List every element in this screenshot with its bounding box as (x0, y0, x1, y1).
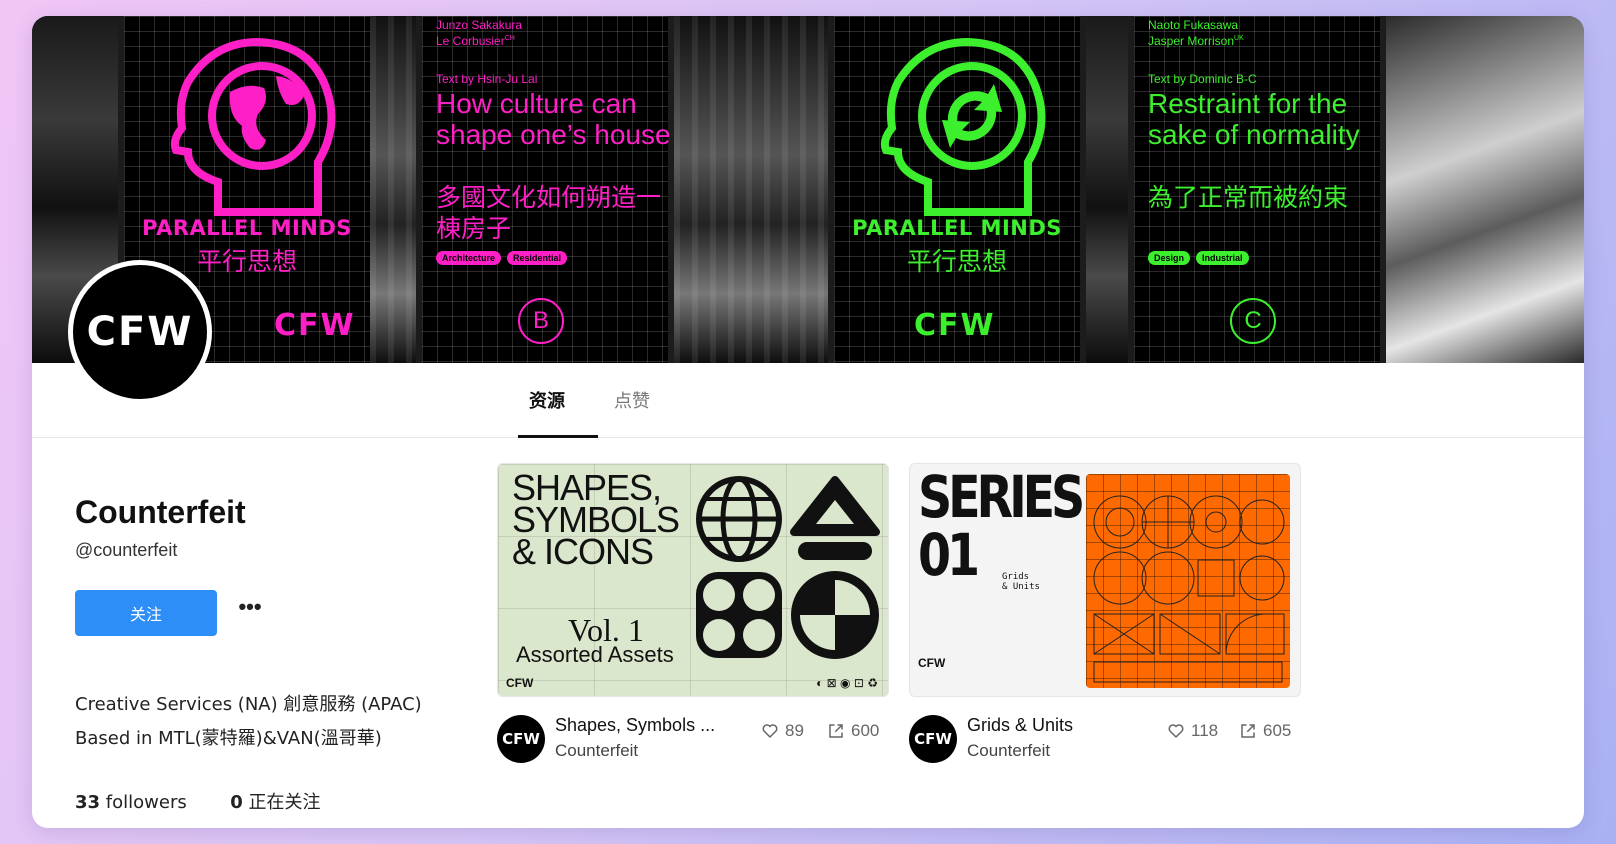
poster-credit-sup: UK (1234, 35, 1244, 42)
card-author[interactable]: Counterfeit (967, 741, 1050, 761)
poster-headline: How culture can shape one’s house (436, 88, 671, 150)
heart-icon (1168, 724, 1184, 738)
poster-credit: Junzo Sakakura Le CorbusierCH (436, 18, 522, 48)
profile-name: Counterfeit (75, 494, 246, 530)
banner-poster-parallel-minds-green: PARALLEL MINDS 平行思想 CFW (828, 16, 1086, 363)
poster-cfw-mark: CFW (914, 308, 996, 343)
like-count: 118 (1191, 721, 1219, 740)
poster-tag: Design (1148, 251, 1191, 265)
banner-photo-strip (674, 16, 830, 363)
triangle-icon (790, 476, 880, 560)
share-icon (1241, 724, 1255, 738)
poster-tag: Industrial (1196, 251, 1249, 265)
followers-stat[interactable]: 33 followers (75, 792, 187, 813)
poster-tags: Design Industrial (1148, 251, 1249, 265)
author-avatar[interactable]: CFW (909, 715, 957, 763)
share-count: 605 (1263, 721, 1292, 740)
profile-tabs: 资源 点赞 (32, 363, 1584, 438)
poster-subtitle: 平行思想 (906, 247, 1007, 276)
banner-photo-strip (370, 16, 416, 363)
profile-banner: PARALLEL MINDS 平行思想 CFW Junzo Sakakura L… (32, 16, 1584, 363)
globe-icon (696, 476, 782, 562)
avatar-cfw-mark: CFW (86, 309, 194, 355)
bio-line: Based in MTL(蒙特羅)&VAN(溫哥華) (75, 728, 382, 749)
grid-diagram-panel (1086, 474, 1290, 688)
thumb-heading: SERIES 01 (918, 463, 1085, 589)
thumb-heading-line: & ICONS (512, 531, 654, 572)
tab-resources[interactable]: 资源 (529, 387, 565, 413)
thumb-heading: SHAPES, SYMBOLS & ICONS (512, 470, 680, 572)
thumb-cfw-mark: CFW (918, 656, 946, 670)
thumb-icon-row: ◐ ⊠ ◉ ⊡ ♻ (816, 676, 878, 690)
like-stat[interactable]: 89 (761, 721, 804, 741)
thumb-cfw-mark: CFW (506, 676, 534, 690)
poster-credit-line: Naoto Fukasawa (1148, 18, 1239, 32)
following-count: 0 (230, 792, 243, 813)
active-tab-indicator (518, 435, 598, 438)
resource-card[interactable]: SERIES 01 Grids & Units CFW CFW Grids & … (909, 463, 1301, 781)
head-globe-icon (170, 37, 336, 216)
poster-headline-cn: 多國文化如何朔造一棟房子 (436, 183, 662, 243)
poster-letter-badge: B (518, 298, 564, 344)
profile-stats: 33 followers 0 正在关注 (75, 788, 320, 814)
thumb-heading-line: SERIES (918, 463, 1085, 531)
following-label: 正在关注 (248, 792, 321, 813)
card-meta: CFW Shapes, Symbols ... Counterfeit 89 6… (497, 711, 889, 781)
poster-headline: Restraint for the sake of normality (1148, 88, 1360, 150)
banner-photo-strip (1386, 16, 1584, 363)
follow-button[interactable]: 关注 (75, 590, 217, 636)
poster-credit: Naoto Fukasawa Jasper MorrisonUK (1148, 18, 1244, 48)
thumb-subtitle: Assorted Assets (516, 642, 674, 667)
poster-title: PARALLEL MINDS (852, 216, 1062, 240)
profile-bio: Creative Services (NA) 創意服務 (APAC) Based… (75, 688, 422, 756)
poster-tag: Residential (507, 251, 568, 265)
four-circles-icon (696, 572, 782, 658)
profile-handle: @counterfeit (75, 540, 178, 560)
card-title[interactable]: Grids & Units (967, 715, 1073, 736)
poster-cfw-mark: CFW (274, 308, 356, 343)
tab-likes[interactable]: 点赞 (614, 387, 650, 413)
following-stat[interactable]: 0 正在关注 (230, 792, 320, 813)
resource-thumbnail[interactable]: SHAPES, SYMBOLS & ICONS Vol. 1 Assorted … (497, 463, 889, 697)
share-stat[interactable]: 600 (827, 721, 879, 741)
like-stat[interactable]: 118 (1167, 721, 1218, 741)
like-count: 89 (785, 721, 804, 740)
quartered-circle-icon (791, 571, 879, 659)
banner-poster-restraint: Naoto Fukasawa Jasper MorrisonUK Text by… (1128, 16, 1386, 363)
card-author[interactable]: Counterfeit (555, 741, 638, 761)
poster-letter-badge: C (1230, 298, 1276, 344)
author-avatar[interactable]: CFW (497, 715, 545, 763)
poster-credit-line: Junzo Sakakura (436, 18, 523, 32)
banner-photo-strip (1086, 16, 1130, 363)
poster-headline-cn: 為了正常而被約束 (1148, 183, 1349, 212)
banner-poster-culture-house: Junzo Sakakura Le CorbusierCH Text by Hs… (416, 16, 674, 363)
followers-count: 33 (75, 792, 101, 813)
poster-credit-sup: CH (504, 35, 515, 42)
resource-card[interactable]: SHAPES, SYMBOLS & ICONS Vol. 1 Assorted … (497, 463, 889, 781)
thumb-subtitle-line: Grids (1002, 572, 1030, 582)
head-recycle-icon (880, 37, 1046, 216)
resource-thumbnail[interactable]: SERIES 01 Grids & Units CFW (909, 463, 1301, 697)
profile-window: PARALLEL MINDS 平行思想 CFW Junzo Sakakura L… (32, 16, 1584, 828)
poster-credit-line: Jasper Morrison (1148, 34, 1235, 48)
heart-icon (762, 724, 778, 738)
share-icon (829, 724, 843, 738)
share-count: 600 (851, 721, 880, 740)
poster-title: PARALLEL MINDS (142, 216, 352, 240)
share-stat[interactable]: 605 (1239, 721, 1291, 741)
geometry-grid-icon (1093, 495, 1285, 683)
card-title[interactable]: Shapes, Symbols ... (555, 715, 715, 736)
card-meta: CFW Grids & Units Counterfeit 118 605 (909, 711, 1301, 781)
poster-tag: Architecture (436, 251, 502, 265)
bio-line: Creative Services (NA) 創意服務 (APAC) (75, 694, 422, 715)
thumb-heading-line: 01 (918, 521, 980, 589)
poster-text-by: Text by Hsin-Ju Lai (436, 72, 538, 86)
thumb-subtitle: Grids & Units (1002, 572, 1040, 592)
followers-label: followers (105, 792, 187, 813)
poster-credit-line: Le Corbusier (436, 34, 505, 48)
thumb-subtitle-line: & Units (1002, 582, 1040, 592)
poster-text-by: Text by Dominic B-C (1148, 72, 1257, 86)
more-options-button[interactable]: ••• (232, 596, 268, 626)
poster-tags: Architecture Residential (436, 251, 568, 265)
